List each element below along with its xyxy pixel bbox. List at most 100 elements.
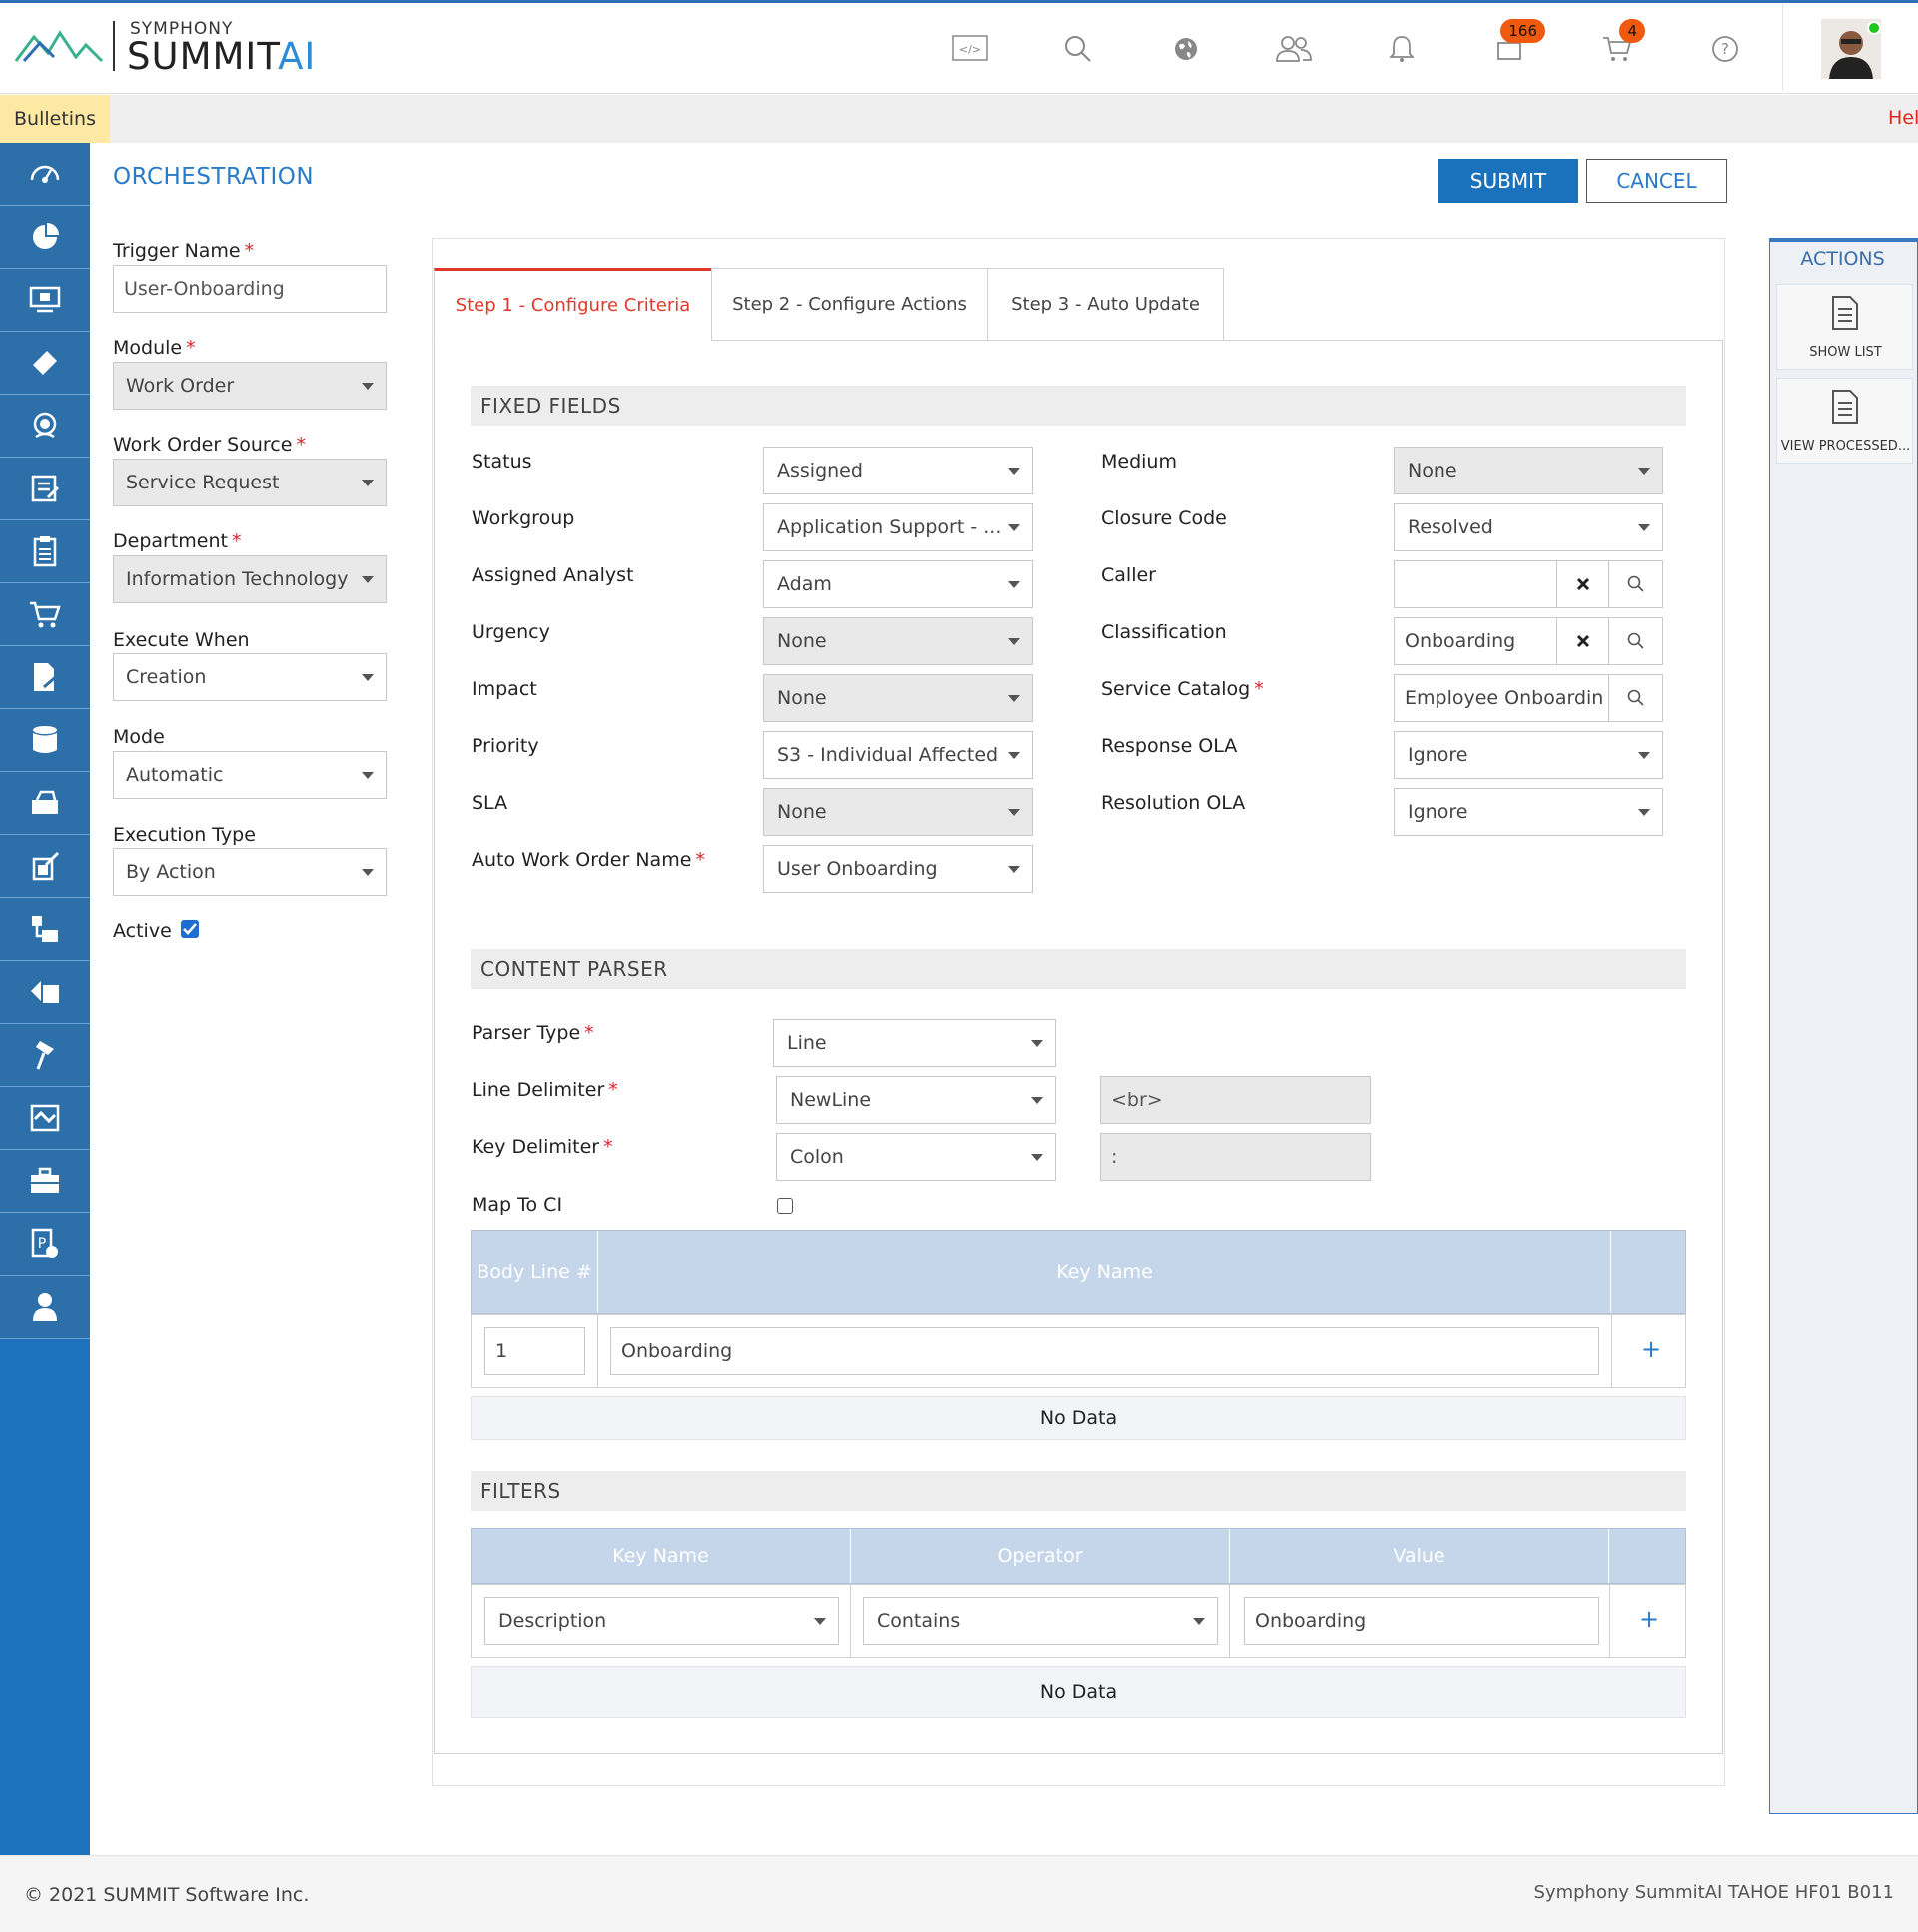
chevron-down-icon	[1008, 809, 1020, 816]
nav-cart-icon[interactable]	[0, 583, 90, 646]
resolution-ola-select[interactable]: Ignore	[1394, 788, 1663, 836]
impact-select[interactable]: None	[763, 674, 1033, 722]
service-catalog-lookup[interactable]: Employee Onboarding	[1394, 674, 1663, 722]
nav-workorder-icon[interactable]	[0, 520, 90, 583]
required-mark: *	[186, 337, 196, 359]
map-to-ci-checkbox[interactable]	[777, 1198, 793, 1214]
code-icon[interactable]: </>	[950, 29, 990, 69]
nav-ticket-icon[interactable]	[0, 332, 90, 395]
add-row-icon[interactable]: +	[1641, 1335, 1661, 1363]
chevron-down-icon	[1008, 468, 1020, 475]
nav-release-icon[interactable]	[0, 835, 90, 898]
execute-when-select[interactable]: Creation	[113, 653, 387, 701]
nav-knowledge-icon[interactable]	[0, 961, 90, 1024]
nav-workflow-icon[interactable]	[0, 898, 90, 961]
key-name-input[interactable]: Onboarding	[610, 1327, 1599, 1375]
urgency-select[interactable]: None	[763, 617, 1033, 665]
module-select[interactable]: Work Order	[113, 362, 387, 410]
line-delimiter-label: Line Delimiter *	[472, 1079, 618, 1101]
add-filter-icon[interactable]: +	[1639, 1605, 1659, 1633]
clear-icon[interactable]	[1556, 561, 1608, 607]
nav-briefcase-icon[interactable]	[0, 1150, 90, 1213]
summitai-logo[interactable]: SYMPHONY SUMMITAI	[14, 17, 315, 78]
nav-hammer-icon[interactable]	[0, 1024, 90, 1087]
bulletins-button[interactable]: Bulletins	[0, 95, 110, 143]
user-avatar[interactable]	[1821, 19, 1881, 79]
caller-lookup[interactable]	[1394, 560, 1663, 608]
closure-code-select[interactable]: Resolved	[1394, 503, 1663, 551]
column-divider	[1609, 1585, 1610, 1657]
auto-wo-name-select[interactable]: User Onboarding	[763, 845, 1033, 893]
line-delimiter-select[interactable]: NewLine	[776, 1076, 1056, 1124]
nav-support-icon[interactable]	[0, 395, 90, 458]
assigned-analyst-select[interactable]: Adam	[763, 560, 1033, 608]
search-icon[interactable]	[1608, 561, 1662, 607]
show-list-button[interactable]: SHOW LIST	[1776, 284, 1913, 370]
chevron-down-icon	[1031, 1040, 1043, 1047]
medium-label: Medium	[1101, 451, 1177, 473]
search-icon[interactable]	[1058, 29, 1098, 69]
medium-select[interactable]: None	[1394, 447, 1663, 494]
classification-lookup[interactable]: Onboarding	[1394, 617, 1663, 665]
chevron-down-icon	[1008, 524, 1020, 531]
nav-monitor-icon[interactable]	[0, 269, 90, 332]
nav-change-icon[interactable]	[0, 458, 90, 520]
tab-auto-update[interactable]: Step 3 - Auto Update	[987, 268, 1224, 341]
globe-icon[interactable]	[1166, 29, 1206, 69]
filter-operator-select[interactable]: Contains	[863, 1597, 1218, 1645]
column-divider	[850, 1585, 851, 1657]
tab-configure-actions[interactable]: Step 2 - Configure Actions	[711, 268, 988, 341]
cancel-button[interactable]: CANCEL	[1586, 159, 1727, 203]
response-ola-select[interactable]: Ignore	[1394, 731, 1663, 779]
filter-key-select[interactable]: Description	[484, 1597, 839, 1645]
chevron-down-icon	[1031, 1097, 1043, 1104]
assigned-analyst-value: Adam	[777, 573, 832, 595]
trigger-name-label-text: Trigger Name	[113, 240, 241, 262]
nav-dashboard-icon[interactable]	[0, 143, 90, 206]
priority-select[interactable]: S3 - Individual Affected	[763, 731, 1033, 779]
search-icon[interactable]	[1608, 618, 1662, 664]
impact-value: None	[777, 687, 827, 709]
module-label-text: Module	[113, 337, 183, 359]
mail-icon[interactable]: 166	[1489, 19, 1545, 69]
workgroup-select[interactable]: Application Support - ...	[763, 503, 1033, 551]
view-processed-button[interactable]: VIEW PROCESSED...	[1776, 378, 1913, 464]
tab-configure-criteria[interactable]: Step 1 - Configure Criteria	[434, 268, 712, 341]
body-line-input[interactable]: 1	[484, 1327, 585, 1375]
department-label: Department *	[113, 530, 241, 552]
status-select[interactable]: Assigned	[763, 447, 1033, 494]
parser-type-select[interactable]: Line	[773, 1019, 1056, 1067]
filter-value-input[interactable]: Onboarding	[1244, 1597, 1599, 1645]
sla-select[interactable]: None	[763, 788, 1033, 836]
response-ola-value: Ignore	[1408, 744, 1468, 766]
nav-document-icon[interactable]	[0, 646, 90, 709]
mode-select[interactable]: Automatic	[113, 751, 387, 799]
module-value: Work Order	[126, 375, 235, 397]
auto-wo-name-label: Auto Work Order Name *	[472, 849, 705, 871]
trigger-name-label: Trigger Name *	[113, 240, 254, 262]
trigger-name-input[interactable]: User-Onboarding	[113, 265, 387, 313]
users-icon[interactable]	[1274, 29, 1314, 69]
clear-icon[interactable]	[1556, 618, 1608, 664]
active-checkbox[interactable]	[181, 920, 199, 938]
nav-asset-icon[interactable]	[0, 772, 90, 835]
nav-database-icon[interactable]	[0, 709, 90, 772]
search-icon[interactable]	[1608, 675, 1662, 721]
submit-button[interactable]: SUBMIT	[1438, 159, 1578, 203]
nav-user-icon[interactable]	[0, 1276, 90, 1339]
chevron-down-icon	[362, 480, 374, 486]
active-label: Active	[113, 920, 172, 942]
priority-label: Priority	[472, 735, 539, 757]
nav-handshake-icon[interactable]	[0, 1087, 90, 1150]
source-select[interactable]: Service Request	[113, 459, 387, 506]
filters-table-header: Key Name Operator Value	[471, 1528, 1686, 1584]
key-delimiter-select[interactable]: Colon	[776, 1133, 1056, 1181]
cart-icon[interactable]: 4	[1597, 19, 1645, 69]
nav-analytics-icon[interactable]	[0, 206, 90, 269]
help-icon[interactable]: ?	[1705, 29, 1745, 69]
copyright-text: © 2021 SUMMIT Software Inc.	[24, 1884, 310, 1906]
bell-icon[interactable]	[1382, 29, 1422, 69]
nav-project-icon[interactable]: P	[0, 1213, 90, 1276]
execution-type-select[interactable]: By Action	[113, 848, 387, 896]
department-select[interactable]: Information Technology	[113, 555, 387, 603]
